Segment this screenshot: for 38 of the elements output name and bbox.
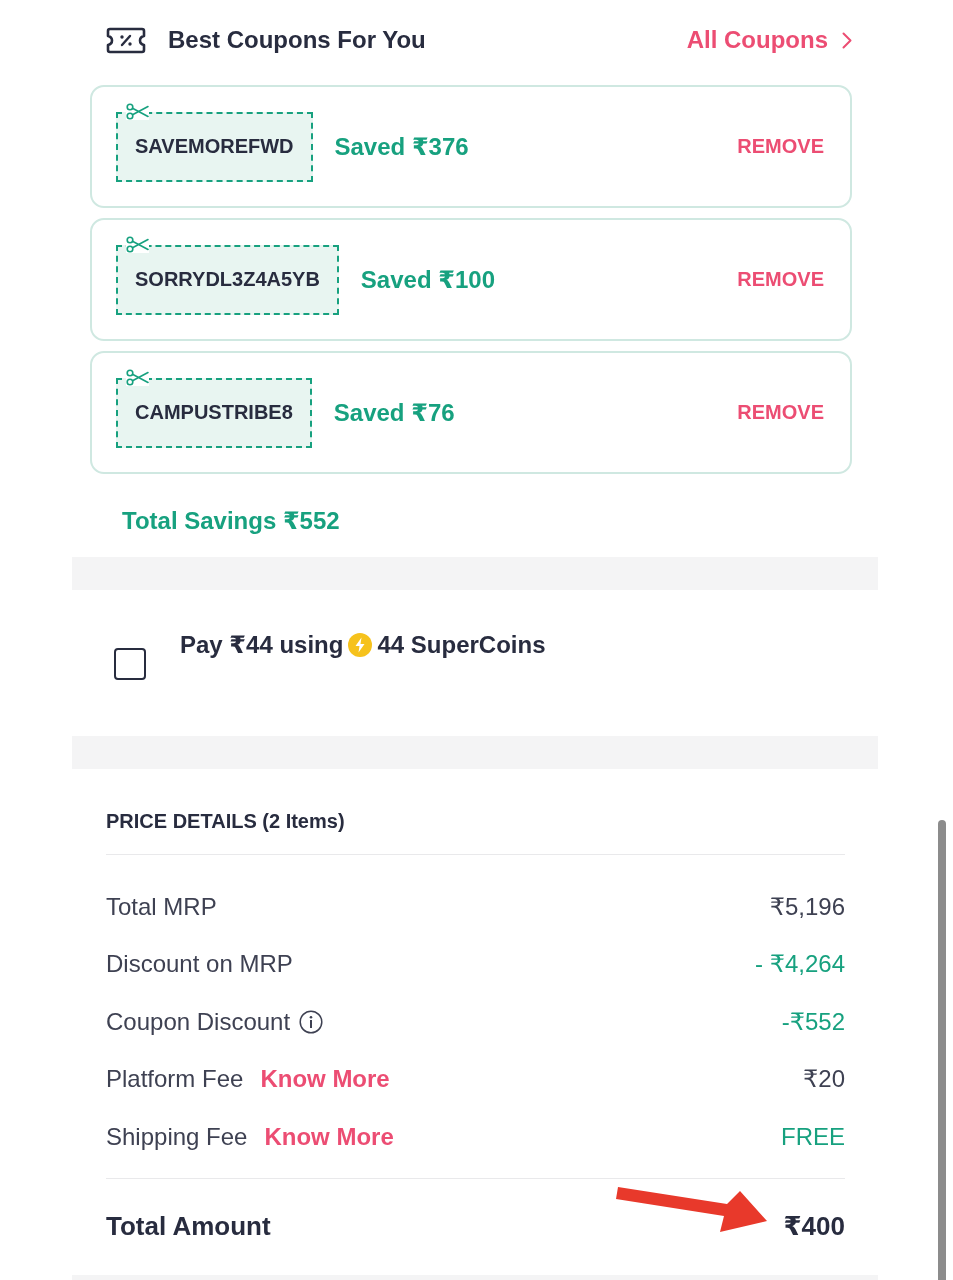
coupon-code: SORRYDL3Z4A5YB: [116, 244, 339, 315]
know-more-link[interactable]: Know More: [264, 1122, 394, 1151]
total-label: Total Amount: [106, 1211, 271, 1242]
price-details-title: PRICE DETAILS (2 Items): [106, 809, 345, 833]
price-label: Total MRP: [106, 892, 217, 921]
price-label: Platform Fee: [106, 1065, 244, 1094]
total-savings: Total Savings ₹552: [122, 506, 340, 536]
coupon-code: SAVEMOREFWD: [116, 111, 313, 182]
chevron-right-icon: [842, 31, 852, 49]
price-label: Coupon Discount: [106, 1007, 291, 1036]
price-value: - ₹4,264: [755, 950, 845, 979]
section-title: Best Coupons For You: [168, 26, 426, 54]
total-value: ₹400: [783, 1211, 845, 1242]
saved-amount: Saved ₹76: [333, 398, 455, 427]
supercoins-checkbox[interactable]: [114, 648, 146, 680]
scissors-icon: [126, 235, 149, 253]
scissors-icon: [126, 102, 149, 120]
saved-amount: Saved ₹376: [334, 132, 469, 161]
scrollbar-thumb[interactable]: [938, 820, 946, 1280]
coupon-icon: [106, 26, 146, 54]
scissors-icon: [126, 368, 149, 386]
remove-button[interactable]: REMOVE: [737, 135, 824, 158]
price-value: FREE: [781, 1122, 845, 1151]
saved-amount: Saved ₹100: [360, 265, 495, 294]
know-more-link[interactable]: Know More: [260, 1065, 390, 1094]
price-label: Shipping Fee: [106, 1122, 248, 1151]
remove-button[interactable]: REMOVE: [737, 401, 824, 424]
all-coupons-link[interactable]: All Coupons: [686, 26, 852, 54]
coupon-code: CAMPUSTRIBE8: [116, 377, 312, 448]
coin-icon: [348, 633, 373, 657]
supercoins-text: Pay ₹44 using: [180, 631, 344, 659]
price-value: ₹5,196: [769, 892, 845, 921]
price-value: -₹552: [781, 1007, 845, 1036]
remove-button[interactable]: REMOVE: [737, 268, 824, 291]
info-icon[interactable]: [299, 1009, 324, 1034]
supercoins-amount: 44 SuperCoins: [377, 631, 546, 659]
price-value: ₹20: [803, 1065, 845, 1094]
price-label: Discount on MRP: [106, 950, 293, 979]
